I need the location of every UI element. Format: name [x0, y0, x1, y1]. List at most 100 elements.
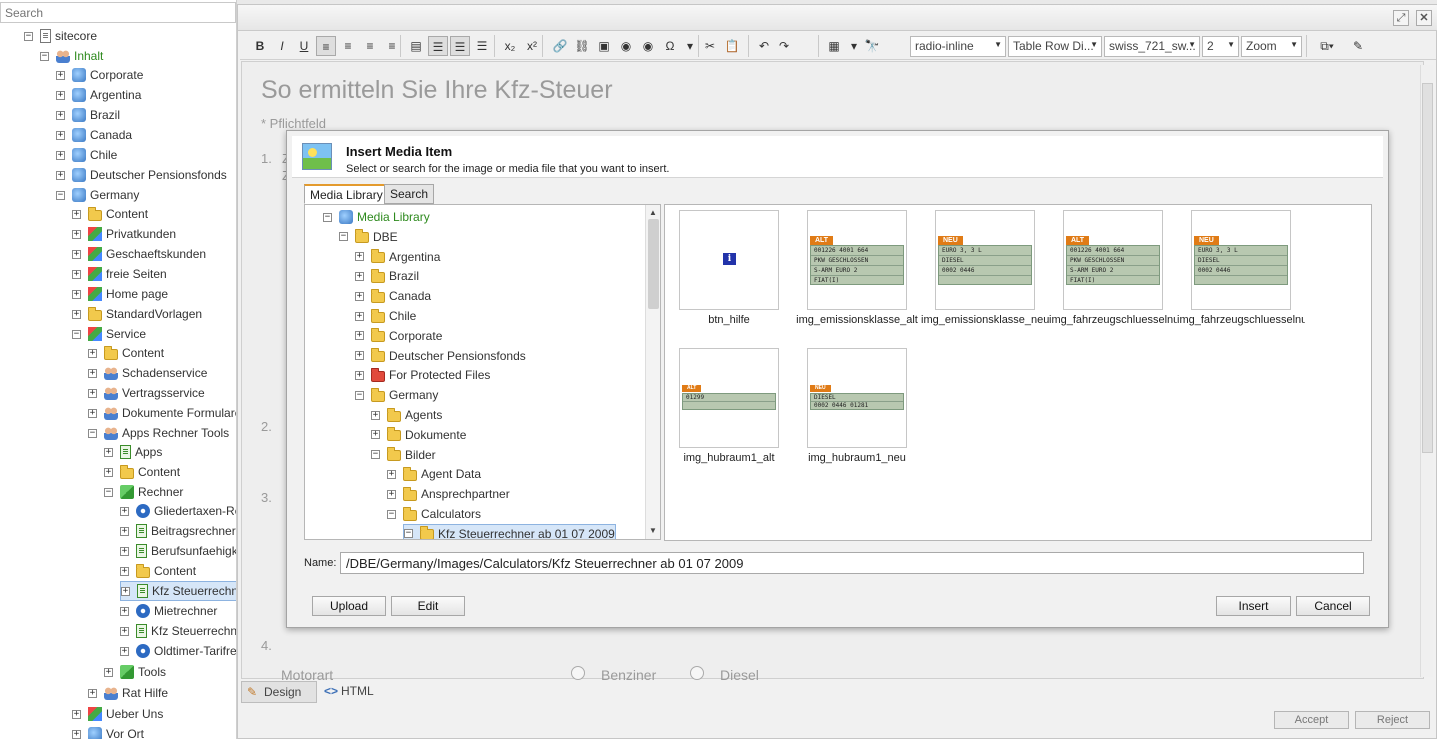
- media-item[interactable]: NEU EURO 3, 3 L DIESEL 0002 0446 img_emissio…: [921, 210, 1049, 340]
- expand-icon[interactable]: +: [72, 309, 81, 319]
- media-tree-item[interactable]: + Corporate: [355, 326, 442, 346]
- expand-icon[interactable]: +: [355, 271, 364, 281]
- tree-item[interactable]: + Brazil: [56, 105, 120, 125]
- upload-button[interactable]: Upload: [312, 596, 386, 616]
- expand-icon[interactable]: +: [88, 408, 97, 418]
- tree-item[interactable]: − Inhalt: [40, 46, 103, 66]
- underline-icon[interactable]: U: [294, 36, 314, 56]
- tree-item[interactable]: + Beitragsrechner: [120, 521, 236, 541]
- scrollbar-thumb[interactable]: [1422, 83, 1433, 453]
- expand-icon[interactable]: +: [120, 646, 129, 656]
- scroll-up-icon[interactable]: ▲: [649, 208, 657, 217]
- tree-item[interactable]: + Geschaeftskunden: [72, 244, 206, 264]
- tree-item[interactable]: + Corporate: [56, 65, 143, 85]
- align-center-icon[interactable]: ≡: [338, 36, 358, 56]
- media-thumbnail[interactable]: ALT 001226 4001 664 PKW GESCHLOSSEN S-ARM E…: [1063, 210, 1163, 310]
- tree-item[interactable]: + Argentina: [56, 85, 141, 105]
- tree-item[interactable]: + Rat Hilfe: [88, 683, 168, 703]
- paragraph-style-select[interactable]: radio-inline ▼: [910, 36, 1006, 57]
- media-thumbnail[interactable]: ALT 001226 4001 664 PKW GESCHLOSSEN S-ARM E…: [807, 210, 907, 310]
- tree-item[interactable]: + Content: [72, 204, 148, 224]
- expand-icon[interactable]: +: [355, 291, 364, 301]
- tree-item[interactable]: + Chile: [56, 145, 117, 165]
- media-thumbnail[interactable]: ALT 01299: [679, 348, 779, 448]
- bullet-list-icon[interactable]: ☰: [428, 36, 448, 56]
- collapse-icon[interactable]: −: [355, 390, 364, 400]
- expand-icon[interactable]: +: [121, 586, 130, 596]
- edit-button[interactable]: Edit: [391, 596, 465, 616]
- expand-icon[interactable]: +: [72, 269, 81, 279]
- spellcheck-icon[interactable]: ✎: [1348, 36, 1368, 56]
- tree-item[interactable]: + Content: [120, 561, 196, 581]
- accept-button[interactable]: Accept: [1274, 711, 1349, 729]
- indent-icon[interactable]: ▤: [406, 36, 426, 56]
- expand-icon[interactable]: +: [120, 606, 129, 616]
- media-tree-item[interactable]: − Media Library: [323, 207, 430, 227]
- paste-word-icon[interactable]: 📋: [722, 36, 742, 56]
- tree-item[interactable]: + Canada: [56, 125, 132, 145]
- tree-item[interactable]: + Mietrechner: [120, 601, 217, 621]
- design-mode-tab[interactable]: ✎ Design: [241, 681, 317, 703]
- media-tree-item[interactable]: − Germany: [355, 385, 438, 405]
- numbered-list-icon[interactable]: ☰: [450, 36, 470, 56]
- expand-icon[interactable]: +: [120, 566, 129, 576]
- bold-icon[interactable]: B: [250, 36, 270, 56]
- close-icon[interactable]: ✕: [1416, 10, 1432, 26]
- expand-icon[interactable]: +: [72, 729, 81, 739]
- tree-item[interactable]: + Privatkunden: [72, 224, 176, 244]
- expand-icon[interactable]: +: [72, 289, 81, 299]
- expand-icon[interactable]: +: [371, 430, 380, 440]
- tree-item[interactable]: + Content: [104, 462, 180, 482]
- css-class-select[interactable]: Table Row Di... ▼: [1008, 36, 1102, 57]
- tree-item[interactable]: + Kfz Steuerrechne: [120, 581, 236, 601]
- tab-search[interactable]: Search: [384, 184, 435, 204]
- collapse-icon[interactable]: −: [323, 212, 332, 222]
- media-thumbnail[interactable]: NEU EURO 3, 3 L DIESEL 0002 0446: [1191, 210, 1291, 310]
- media-tree-item[interactable]: + Argentina: [355, 247, 440, 267]
- undo-icon[interactable]: ↶: [754, 36, 774, 56]
- content-tree-search-input[interactable]: [0, 2, 236, 23]
- expand-icon[interactable]: +: [72, 229, 81, 239]
- expand-icon[interactable]: +: [88, 368, 97, 378]
- format-dropdown-icon[interactable]: ⧉▾: [1312, 36, 1342, 56]
- tree-item[interactable]: + Kfz Steuerrechne: [120, 621, 236, 641]
- tree-item[interactable]: + Dokumente Formulare: [88, 403, 236, 423]
- collapse-icon[interactable]: −: [387, 509, 396, 519]
- cancel-button[interactable]: Cancel: [1296, 596, 1370, 616]
- media-tree-item[interactable]: + Agents: [371, 405, 442, 425]
- scrollbar-thumb[interactable]: [648, 219, 659, 309]
- media-tree-item[interactable]: + Deutscher Pensionsfonds: [355, 346, 526, 366]
- media-tree-item[interactable]: + Agent Data: [387, 464, 481, 484]
- collapse-icon[interactable]: −: [24, 31, 33, 41]
- expand-icon[interactable]: +: [355, 252, 364, 262]
- media-tree-item[interactable]: − Calculators: [387, 504, 481, 524]
- subscript-icon[interactable]: x₂: [500, 36, 520, 56]
- tree-item[interactable]: − Rechner: [104, 482, 183, 502]
- collapse-icon[interactable]: −: [404, 529, 413, 539]
- expand-icon[interactable]: +: [120, 626, 129, 636]
- expand-icon[interactable]: +: [56, 150, 65, 160]
- redo-icon[interactable]: ↷: [774, 36, 794, 56]
- tree-item[interactable]: − sitecore: [24, 26, 97, 46]
- collapse-icon[interactable]: −: [40, 51, 49, 61]
- zoom-select[interactable]: Zoom ▼: [1241, 36, 1302, 57]
- font-size-select[interactable]: 2 ▼: [1202, 36, 1239, 57]
- media-tree-item[interactable]: + Ansprechpartner: [387, 484, 510, 504]
- media-thumbnail[interactable]: NEU EURO 3, 3 L DIESEL 0002 0446: [935, 210, 1035, 310]
- insert-table-icon[interactable]: ▦: [824, 36, 844, 56]
- tab-media-library[interactable]: Media Library: [304, 184, 389, 204]
- insert-image-icon[interactable]: ▣: [594, 36, 614, 56]
- tree-item[interactable]: + Home page: [72, 284, 168, 304]
- expand-icon[interactable]: +: [104, 667, 113, 677]
- diesel-radio[interactable]: [690, 666, 704, 680]
- tree-item[interactable]: + Deutscher Pensionsfonds: [56, 165, 227, 185]
- collapse-icon[interactable]: −: [339, 232, 348, 242]
- expand-icon[interactable]: +: [56, 70, 65, 80]
- expand-icon[interactable]: +: [56, 170, 65, 180]
- media-item[interactable]: ALT 001226 4001 664 PKW GESCHLOSSEN S-ARM E…: [1049, 210, 1177, 340]
- media-tree-item[interactable]: − DBE: [339, 227, 398, 247]
- table-dropdown-icon[interactable]: ▾: [844, 36, 864, 56]
- font-select[interactable]: swiss_721_sw... ▼: [1104, 36, 1200, 57]
- unlink-icon[interactable]: ⛓: [572, 36, 592, 56]
- tree-item[interactable]: + Schadenservice: [88, 363, 207, 383]
